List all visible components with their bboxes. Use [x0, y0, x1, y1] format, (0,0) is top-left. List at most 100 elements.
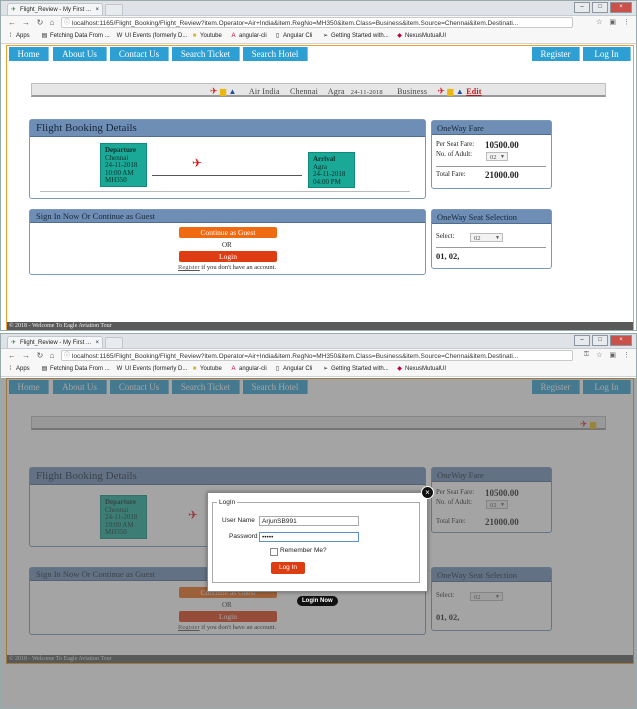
username-label: User Name: [222, 517, 255, 524]
page-icon: ▯: [275, 366, 280, 372]
chevron-down-icon: ▼: [495, 236, 500, 241]
page-icon: ▯: [275, 33, 280, 39]
close-window-icon[interactable]: ×: [610, 335, 632, 346]
bookmark-angular-cli-1[interactable]: Aangular-cli: [230, 363, 266, 376]
bookmark-fetching-data[interactable]: ▤ Fetching Data From ...: [41, 363, 110, 376]
maximize-icon[interactable]: □: [592, 2, 608, 13]
extension-icon[interactable]: ▣: [609, 18, 616, 26]
tab-close-icon[interactable]: ×: [95, 337, 99, 348]
new-tab-button[interactable]: [105, 4, 123, 16]
arrow-icon: ➢: [322, 366, 329, 372]
nav-about[interactable]: About Us: [53, 47, 107, 61]
bookmark-youtube[interactable]: ■ Youtube: [191, 30, 222, 43]
bookmark-apps[interactable]: ⁞ Apps: [7, 363, 30, 376]
bookmarks-bar: ⁞ Apps ▤ Fetching Data From ... W UI Events…: [1, 363, 636, 377]
login-legend: LogIn: [219, 499, 236, 506]
folder-icon: ■: [192, 33, 197, 39]
info-icon: ⓘ: [64, 353, 71, 359]
summary-source: Chennai: [289, 87, 319, 96]
forward-arrow-icon[interactable]: →: [21, 18, 31, 28]
flight-favicon-icon: ✈: [11, 7, 17, 13]
extension-icon[interactable]: ▣: [609, 351, 616, 359]
bookmark-nexus[interactable]: ◆ NexusMutualUI: [396, 30, 446, 43]
url-input[interactable]: ⓘ localhost:1165/Flight_Booking/Flight_R…: [61, 17, 573, 28]
seat-selection-panel: OneWay Seat Selection Select: 02▼ 01, 02…: [431, 209, 552, 269]
bookmark-ui-events[interactable]: W UI Events (formerly D...: [116, 30, 188, 43]
bookmark-nexus[interactable]: ◆ NexusMutualUI: [396, 363, 446, 376]
reload-icon[interactable]: ↻: [35, 351, 45, 361]
flight-favicon-icon: ✈: [11, 340, 17, 346]
w3-icon: W: [116, 366, 123, 372]
modal-close-icon[interactable]: ×: [421, 486, 434, 499]
minimize-icon[interactable]: –: [574, 2, 590, 13]
menu-dots-icon[interactable]: ⋮: [623, 18, 630, 26]
adult-select[interactable]: 02▼: [486, 152, 508, 161]
info-icon: ⓘ: [64, 20, 71, 26]
selected-seats: 01, 02,: [436, 251, 460, 261]
star-icon[interactable]: ☆: [596, 18, 602, 26]
minimize-icon[interactable]: –: [574, 335, 590, 346]
bookmark-angular-cli-2[interactable]: ▯ Angular Cli: [274, 363, 313, 376]
bookmark-apps[interactable]: ⁞ Apps: [7, 30, 30, 43]
password-input[interactable]: •••••: [259, 532, 359, 542]
bookmark-getting-started[interactable]: ➢ Getting Started with...: [322, 363, 389, 376]
ship-icon: ▲: [228, 87, 237, 96]
remember-checkbox[interactable]: [270, 548, 278, 556]
arrival-time: 04:00 PM: [313, 177, 341, 186]
reload-icon[interactable]: ↻: [35, 18, 45, 28]
nav-search-hotel[interactable]: Search Hotel: [243, 47, 308, 61]
home-icon[interactable]: ⌂: [47, 351, 57, 361]
new-tab-button[interactable]: [105, 337, 123, 349]
edit-link[interactable]: Edit: [466, 87, 481, 96]
login-button[interactable]: Login: [179, 251, 277, 262]
nav-search-ticket[interactable]: Search Ticket: [172, 47, 240, 61]
bookmark-youtube[interactable]: ■ Youtube: [191, 363, 222, 376]
login-now-tooltip: Login Now: [297, 596, 338, 606]
forward-arrow-icon[interactable]: →: [21, 351, 31, 361]
seat-select[interactable]: 02▼: [470, 233, 503, 242]
star-icon[interactable]: ☆: [596, 351, 602, 359]
nav-contact[interactable]: Contact Us: [110, 47, 169, 61]
seat-select-label: Select:: [436, 233, 455, 240]
bookmarks-bar: ⁞ Apps ▤ Fetching Data From ... W UI Events…: [1, 30, 636, 44]
register-link[interactable]: Register: [178, 264, 200, 271]
total-label: Total Fare:: [436, 171, 466, 178]
username-input[interactable]: ArjunSB991: [259, 516, 359, 526]
arrival-card: Arrival Agra 24-11-2018 04:00 PM: [308, 152, 355, 188]
key-icon[interactable]: ⚿: [584, 351, 589, 359]
bookmark-getting-started[interactable]: ➢ Getting Started with...: [322, 30, 389, 43]
apps-grid-icon: ⁞: [9, 366, 12, 372]
home-icon[interactable]: ⌂: [47, 18, 57, 28]
fare-title: OneWay Fare: [432, 121, 551, 135]
login-submit-button[interactable]: Log In: [271, 562, 305, 574]
adult-label: No. of Adult:: [436, 151, 473, 158]
url-input[interactable]: ⓘ localhost:1165/Flight_Booking/Flight_R…: [61, 350, 573, 361]
close-window-icon[interactable]: ×: [610, 2, 632, 13]
tab-close-icon[interactable]: ×: [95, 4, 99, 15]
register-line: Register if you don't have an account.: [178, 264, 276, 271]
bookmark-angular-cli-1[interactable]: Aangular-cli: [230, 30, 266, 43]
nav-home[interactable]: Home: [9, 47, 49, 61]
continue-guest-button[interactable]: Continue as Guest: [179, 227, 277, 238]
address-bar-row: ← → ↻ ⌂ ⓘ localhost:1165/Flight_Booking/…: [1, 349, 636, 363]
route-line: [152, 175, 302, 176]
browser-tab[interactable]: ✈ Flight_Review - My First ... ×: [7, 336, 103, 348]
maximize-icon[interactable]: □: [592, 335, 608, 346]
address-bar-row: ← → ↻ ⌂ ⓘ localhost:1165/Flight_Booking/…: [1, 16, 636, 30]
signin-title: Sign In Now Or Continue as Guest: [30, 210, 425, 223]
nav-login[interactable]: Log In: [583, 47, 631, 61]
bookmark-angular-cli-2[interactable]: ▯ Angular Cli: [274, 30, 313, 43]
nav-register[interactable]: Register: [532, 47, 580, 61]
divider: [436, 247, 546, 248]
back-arrow-icon[interactable]: ←: [7, 351, 17, 361]
bookmark-fetching-data[interactable]: ▤ Fetching Data From ...: [41, 30, 110, 43]
browser-tab[interactable]: ✈ Flight_Review - My First ... ×: [7, 3, 103, 15]
arrow-icon: ➢: [322, 33, 329, 39]
browser-tabbar: ✈ Flight_Review - My First ... × – □ ×: [1, 1, 636, 16]
bookmark-ui-events[interactable]: W UI Events (formerly D...: [116, 363, 188, 376]
menu-dots-icon[interactable]: ⋮: [623, 351, 630, 359]
booking-details-title: Flight Booking Details: [30, 120, 425, 137]
back-arrow-icon[interactable]: ←: [7, 18, 17, 28]
signin-panel: Sign In Now Or Continue as Guest Continu…: [29, 209, 426, 275]
page-icon: ▤: [41, 366, 48, 372]
